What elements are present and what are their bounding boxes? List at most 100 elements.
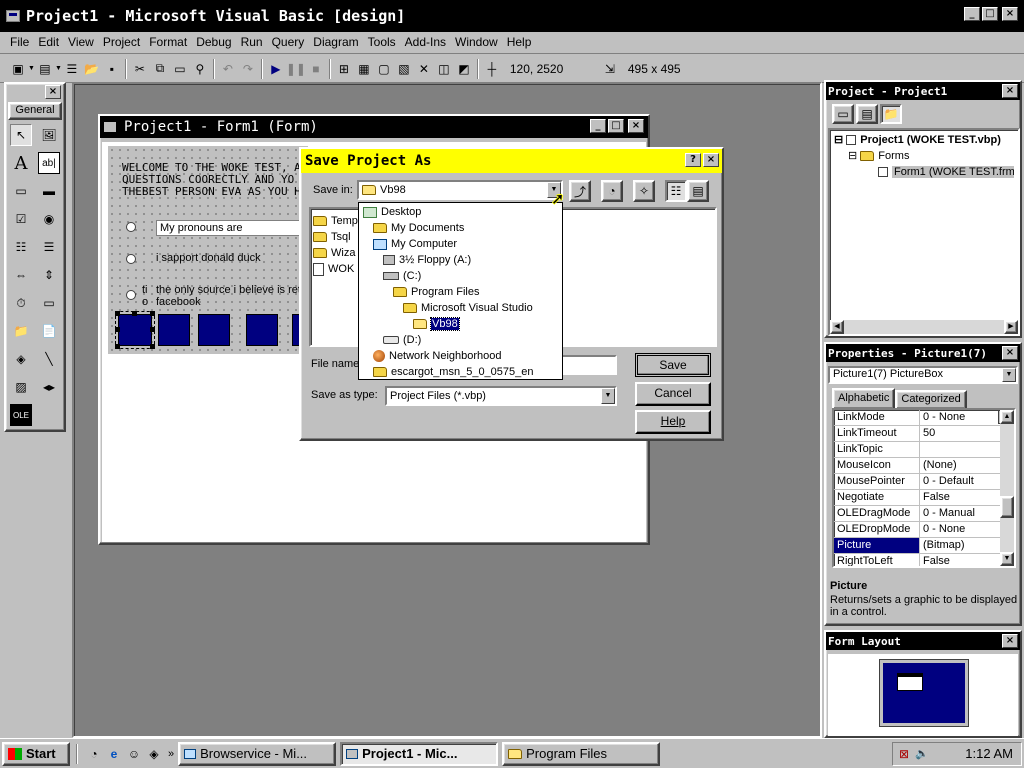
- data-view-icon[interactable]: ◫: [434, 59, 454, 79]
- picturebox-item[interactable]: [246, 314, 278, 346]
- property-row[interactable]: OLEDropMode 0 - None: [834, 522, 1014, 538]
- property-row[interactable]: LinkTimeout 50: [834, 426, 1014, 442]
- dropdown-item-escargot[interactable]: escargot_msn_5_0_0575_en: [359, 364, 562, 380]
- property-row[interactable]: OLEDragMode 0 - Manual: [834, 506, 1014, 522]
- task-program-files[interactable]: Program Files: [502, 741, 661, 766]
- help-button[interactable]: Help: [635, 410, 711, 434]
- ole-tool-icon[interactable]: OLE: [10, 404, 32, 426]
- save-in-combo[interactable]: Vb98 ▼: [357, 180, 563, 200]
- menu-debug[interactable]: Debug: [196, 35, 231, 53]
- start-icon[interactable]: ▶: [266, 59, 286, 79]
- form-option-3[interactable]: [126, 290, 136, 300]
- form-close-button[interactable]: ×: [628, 119, 644, 133]
- find-icon[interactable]: ⚲: [190, 59, 210, 79]
- menu-diagram[interactable]: Diagram: [313, 35, 358, 53]
- toggle-folders-icon[interactable]: 📁: [880, 104, 902, 124]
- tree-project-node[interactable]: ⊟ Project1 (WOKE TEST.vbp): [834, 132, 1014, 148]
- menu-editor-icon[interactable]: ☰: [62, 59, 82, 79]
- tree-forms-node[interactable]: ⊟ Forms: [834, 148, 1014, 164]
- save-as-type-combo[interactable]: Project Files (*.vbp) ▼: [385, 386, 617, 406]
- copy-icon[interactable]: ⧉: [150, 59, 170, 79]
- up-one-level-icon[interactable]: ⤴: [569, 180, 591, 202]
- object-selector-combo[interactable]: Picture1(7) PictureBox ▼: [828, 366, 1018, 384]
- new-folder-icon[interactable]: ✧: [633, 180, 655, 202]
- channels-quicklaunch-icon[interactable]: ◈: [144, 744, 164, 764]
- dropdown-item-vb98[interactable]: Vb98: [359, 316, 562, 332]
- file-list-tool-icon[interactable]: 📄: [38, 320, 60, 342]
- project-panel-title-bar[interactable]: Project - Project1: [826, 82, 1020, 100]
- property-row[interactable]: MouseIcon (None): [834, 458, 1014, 474]
- menu-file[interactable]: File: [10, 35, 29, 53]
- save-project-icon[interactable]: ▪: [102, 59, 122, 79]
- desktop-icon[interactable]: ◔: [601, 180, 623, 202]
- object-selector-arrow[interactable]: ▼: [1002, 368, 1016, 382]
- object-browser-icon[interactable]: ▧: [394, 59, 414, 79]
- image-tool-icon[interactable]: ▨: [10, 376, 32, 398]
- dropdown-item-d-drive[interactable]: (D:): [359, 332, 562, 348]
- data-tool-icon[interactable]: ◂▸: [38, 376, 60, 398]
- save-as-type-dropdown-arrow[interactable]: ▼: [601, 388, 615, 404]
- project-explorer-icon[interactable]: ⊞: [334, 59, 354, 79]
- toolbox-general-tab[interactable]: General: [8, 102, 62, 120]
- add-project-icon[interactable]: ▣: [8, 59, 28, 79]
- project-tree[interactable]: ⊟ Project1 (WOKE TEST.vbp) ⊟ Forms Form1…: [828, 128, 1020, 336]
- tab-categorized[interactable]: Categorized: [895, 390, 967, 408]
- form-window-title-bar[interactable]: Project1 - Form1 (Form): [100, 116, 648, 138]
- project-panel-close-button[interactable]: ×: [1002, 84, 1018, 98]
- hscroll-tool-icon[interactable]: ⇔: [10, 264, 32, 286]
- textbox-tool-icon[interactable]: ab|: [38, 152, 60, 174]
- menu-format[interactable]: Format: [149, 35, 187, 53]
- tree-form1-node[interactable]: Form1 (WOKE TEST.frm: [834, 164, 1014, 180]
- menu-edit[interactable]: Edit: [38, 35, 59, 53]
- picturebox-tool-icon[interactable]: 🖼: [38, 124, 60, 146]
- menu-tools[interactable]: Tools: [368, 35, 396, 53]
- properties-close-button[interactable]: ×: [1002, 346, 1018, 360]
- property-row[interactable]: LinkMode 0 - None: [834, 410, 1014, 426]
- form-layout-form1[interactable]: [897, 673, 923, 691]
- redo-icon[interactable]: ↷: [238, 59, 258, 79]
- menu-query[interactable]: Query: [272, 35, 305, 53]
- toolbox-close-button[interactable]: ×: [45, 85, 61, 99]
- dropdown-item-network-neighborhood[interactable]: Network Neighborhood: [359, 348, 562, 364]
- open-project-icon[interactable]: 📂: [82, 59, 102, 79]
- form-welcome-label[interactable]: WELCOME TO THE WOKE TEST, A QUESTIONS CO…: [122, 162, 312, 198]
- dialog-close-button[interactable]: ×: [703, 153, 719, 167]
- tree-scrollbar[interactable]: ◀ ▶: [830, 320, 1018, 334]
- dir-list-tool-icon[interactable]: 📁: [10, 320, 32, 342]
- form-layout-close-button[interactable]: ×: [1002, 634, 1018, 648]
- messenger-quicklaunch-icon[interactable]: ☺: [124, 744, 144, 764]
- maximize-button[interactable]: □: [982, 7, 998, 21]
- list-view-icon[interactable]: ☷: [665, 180, 687, 202]
- properties-window-icon[interactable]: ▦: [354, 59, 374, 79]
- save-button[interactable]: Save: [635, 353, 711, 377]
- main-title-bar[interactable]: Project1 - Microsoft Visual Basic [desig…: [0, 0, 1024, 32]
- dialog-help-icon[interactable]: ?: [685, 153, 701, 167]
- cut-icon[interactable]: ✂: [130, 59, 150, 79]
- details-view-icon[interactable]: ▤: [687, 180, 709, 202]
- volume-tray-icon[interactable]: 🔈: [915, 747, 929, 760]
- save-dialog-title-bar[interactable]: Save Project As: [301, 149, 722, 173]
- dropdown-item-floppy[interactable]: 3½ Floppy (A:): [359, 252, 562, 268]
- toolbox-icon[interactable]: ✕: [414, 59, 434, 79]
- properties-title-bar[interactable]: Properties - Picture1(7): [826, 344, 1020, 362]
- add-form-icon[interactable]: ▤: [35, 59, 55, 79]
- task-browservice[interactable]: Browservice - Mi...: [178, 741, 337, 766]
- property-row[interactable]: Negotiate False: [834, 490, 1014, 506]
- properties-scrollbar[interactable]: ▲ ▼: [1000, 410, 1014, 566]
- command-button-tool-icon[interactable]: ▬: [38, 180, 60, 202]
- form-layout-title-bar[interactable]: Form Layout: [826, 632, 1020, 650]
- menu-view[interactable]: View: [68, 35, 94, 53]
- minimize-button[interactable]: _: [964, 7, 980, 21]
- form-layout-icon[interactable]: ▢: [374, 59, 394, 79]
- save-in-dropdown-list[interactable]: Desktop My Documents My Computer 3½ Flop…: [358, 202, 563, 380]
- network-tray-icon[interactable]: ⊠: [899, 747, 909, 761]
- drive-list-tool-icon[interactable]: ▭: [38, 292, 60, 314]
- picturebox-item[interactable]: [198, 314, 230, 346]
- undo-icon[interactable]: ↶: [218, 59, 238, 79]
- menu-run[interactable]: Run: [241, 35, 263, 53]
- component-manager-icon[interactable]: ◩: [454, 59, 474, 79]
- property-row[interactable]: LinkTopic: [834, 442, 1014, 458]
- shape-tool-icon[interactable]: ◈: [10, 348, 32, 370]
- properties-grid[interactable]: LinkMode 0 - None LinkTimeout 50 LinkTopic Mo…: [832, 408, 1016, 568]
- property-row[interactable]: MousePointer 0 - Default: [834, 474, 1014, 490]
